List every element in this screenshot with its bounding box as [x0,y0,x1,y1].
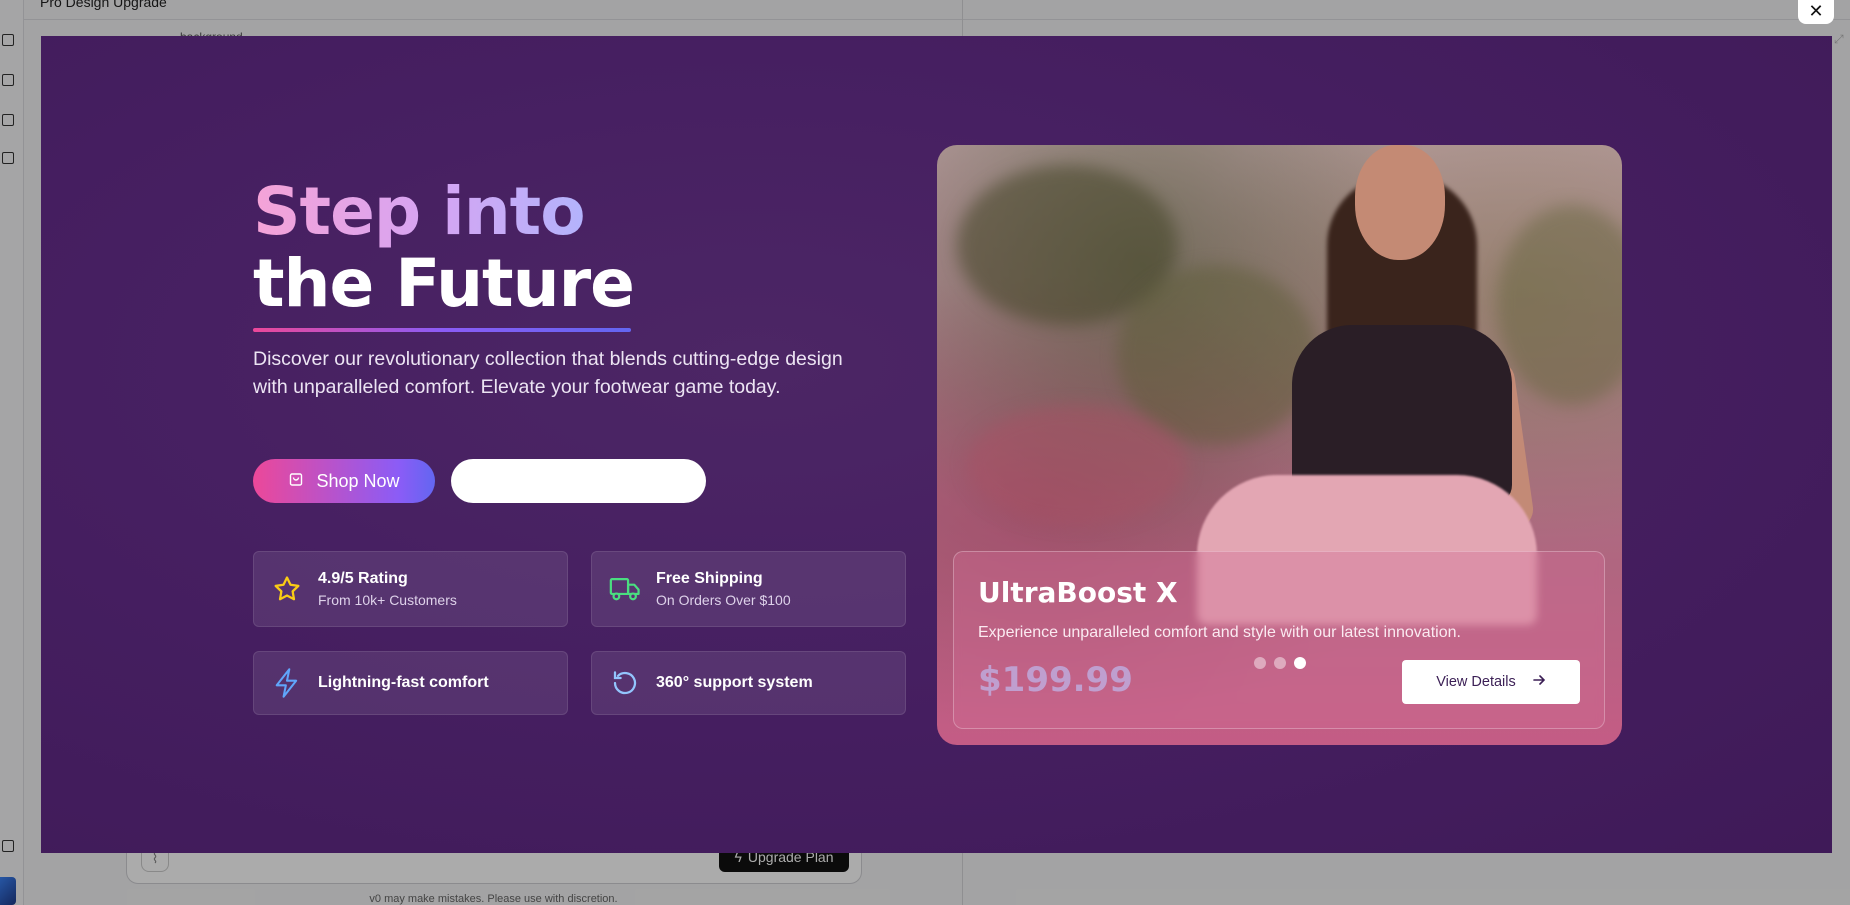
feature-subtitle: On Orders Over $100 [656,592,791,608]
secondary-cta-button[interactable] [451,459,706,503]
headline-underline [253,328,631,332]
feature-title: 4.9/5 Rating [318,570,408,587]
close-icon: ✕ [1808,0,1824,21]
shop-now-button[interactable]: Shop Now [253,459,435,503]
truck-icon [608,572,642,606]
feature-title: Lightning-fast comfort [318,674,489,691]
feature-title: 360° support system [656,674,813,691]
star-icon [270,572,304,606]
feature-support: 360° support system [591,651,906,715]
rotate-icon [608,666,642,700]
product-info-panel: UltraBoost X Experience unparalleled com… [953,551,1605,729]
site-preview: Step into the Future Discover our revolu… [41,36,1832,853]
shop-now-label: Shop Now [316,470,400,491]
feature-comfort: Lightning-fast comfort [253,651,568,715]
product-price: $199.99 [978,660,1133,700]
view-details-button[interactable]: View Details [1402,660,1580,704]
headline-line-2: the Future [253,245,635,322]
hero-headline: Step into the Future [253,176,635,322]
product-card: UltraBoost X Experience unparalleled com… [937,145,1622,745]
close-preview-button[interactable]: ✕ [1798,0,1834,24]
view-details-label: View Details [1436,674,1516,690]
carousel-dot-active[interactable] [1294,657,1306,669]
carousel-dot[interactable] [1254,657,1266,669]
carousel-dots [1254,657,1306,669]
feature-title: Free Shipping [656,570,763,587]
shopping-bag-icon [288,471,304,492]
hero-description: Discover our revolutionary collection th… [253,348,843,398]
feature-shipping: Free Shipping On Orders Over $100 [591,551,906,627]
lightning-icon [270,666,304,700]
carousel-dot[interactable] [1274,657,1286,669]
feature-subtitle: From 10k+ Customers [318,592,457,608]
headline-line-1: Step into [253,176,634,248]
expand-icon[interactable]: ⤢ [1834,32,1848,46]
feature-rating: 4.9/5 Rating From 10k+ Customers [253,551,568,627]
product-description: Experience unparalleled comfort and styl… [978,624,1461,641]
product-name: UltraBoost X [978,576,1178,609]
arrow-right-icon [1532,673,1546,691]
